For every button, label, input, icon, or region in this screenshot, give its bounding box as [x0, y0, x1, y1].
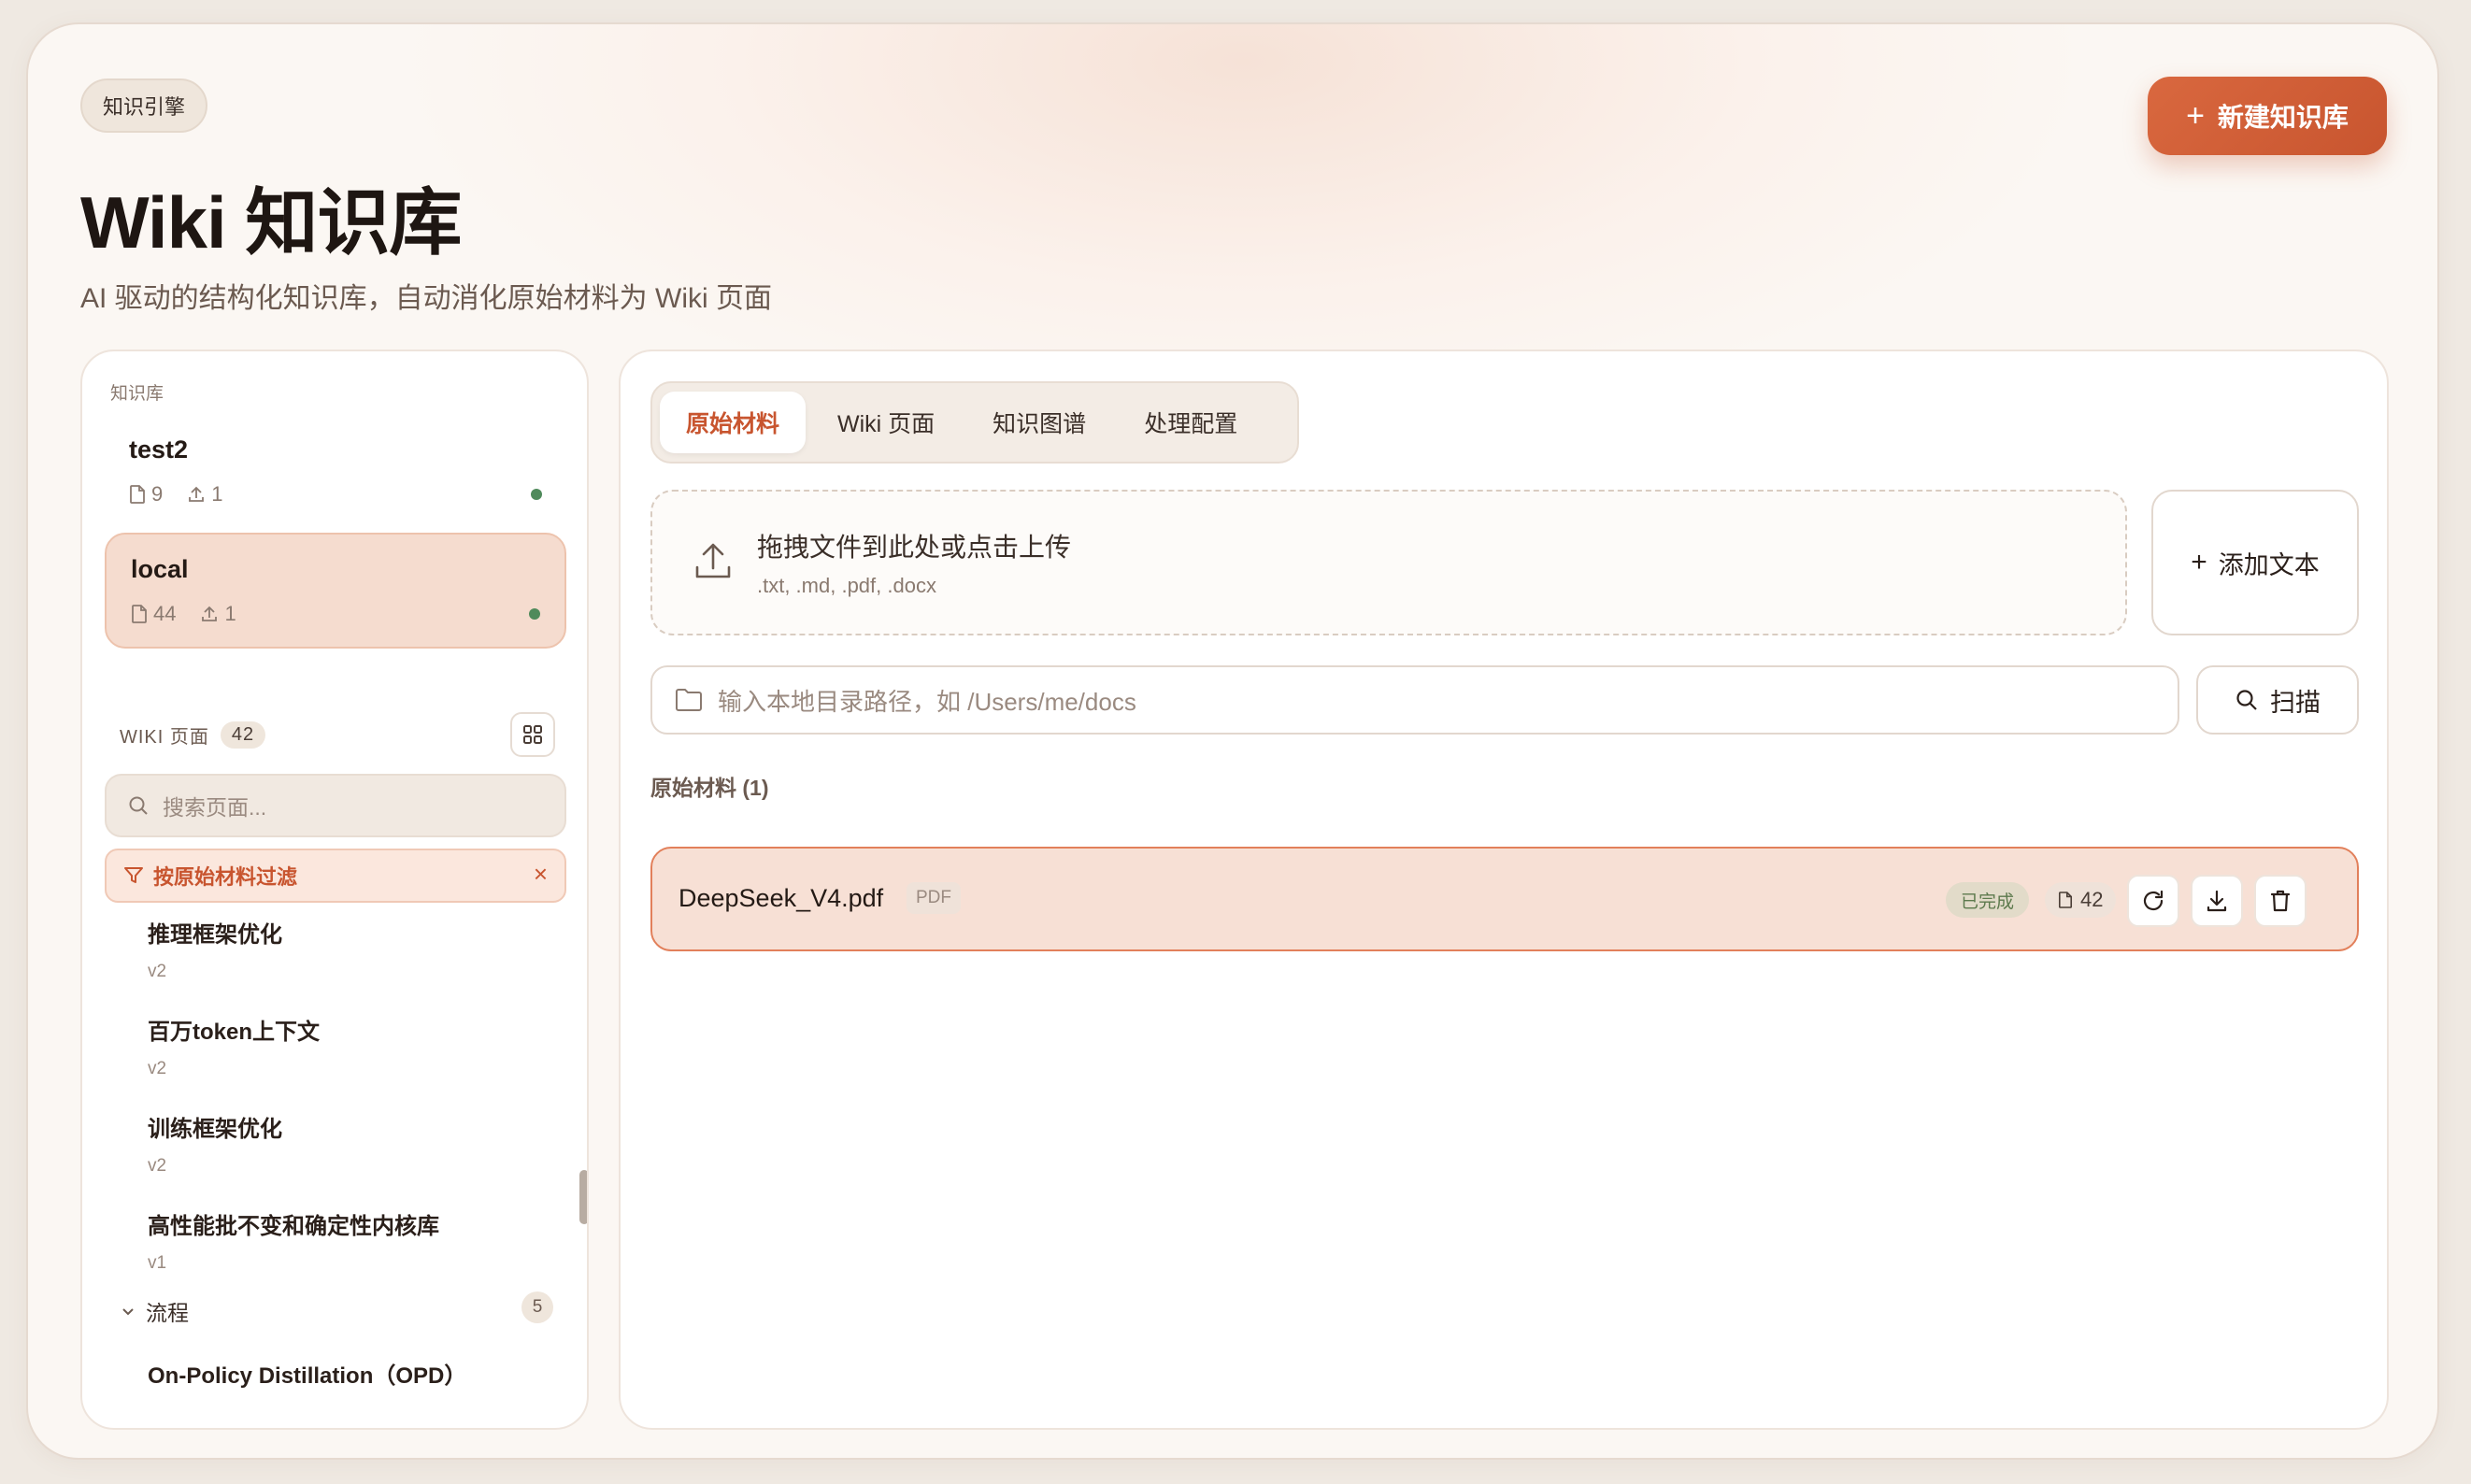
- upload-icon: [695, 543, 731, 578]
- wiki-pages-label: WIKI 页面: [120, 727, 209, 748]
- status-dot: [531, 489, 542, 500]
- wiki-count-badge: 42: [220, 721, 266, 749]
- page-subtitle: AI 驱动的结构化知识库，自动消化原始材料为 Wiki 页面: [80, 283, 772, 314]
- kb-name: local: [131, 555, 189, 583]
- page-item-title: 百万token上下文: [148, 1020, 321, 1045]
- status-dot: [529, 608, 540, 620]
- file-row[interactable]: DeepSeek_V4.pdf PDF 已完成 42: [650, 847, 2359, 951]
- kb-upload-count: 1: [224, 602, 236, 625]
- close-icon[interactable]: ×: [534, 860, 548, 889]
- page-search-input[interactable]: 搜索页面...: [105, 774, 566, 837]
- group-count-badge: 5: [521, 1291, 553, 1323]
- filter-label: 按原始材料过滤: [153, 865, 298, 889]
- tab-bar: 原始材料 Wiki 页面 知识图谱 处理配置: [650, 381, 1299, 464]
- main-panel: 原始材料 Wiki 页面 知识图谱 处理配置 拖拽文件到此处或点击上传 .txt…: [619, 350, 2389, 1430]
- kb-meta: 9 1: [129, 482, 223, 507]
- search-placeholder: 搜索页面...: [163, 795, 267, 820]
- page-item-title: 训练框架优化: [148, 1117, 282, 1142]
- scrollbar-thumb[interactable]: [579, 1170, 587, 1224]
- page-list-item[interactable]: 推理框架优化 v2: [148, 916, 282, 982]
- search-icon: [129, 796, 148, 815]
- kb-doc-count: 44: [153, 602, 177, 625]
- plus-icon: +: [2191, 547, 2207, 578]
- upload-icon: [202, 606, 218, 621]
- kb-doc-count: 9: [151, 482, 164, 506]
- chevron-down-icon: [122, 1308, 134, 1316]
- kb-upload-count: 1: [211, 482, 223, 506]
- sidebar: 知识库 test2 9 1 local 44 1 WIKI 页面 42 搜索页面…: [80, 350, 589, 1430]
- filter-icon: [124, 867, 143, 883]
- page-item-version: v2: [148, 962, 167, 981]
- plus-icon: +: [2186, 97, 2205, 134]
- document-icon: [2058, 892, 2073, 908]
- dropzone-title: 拖拽文件到此处或点击上传: [757, 533, 1072, 562]
- new-knowledge-base-button[interactable]: + 新建知识库: [2148, 77, 2387, 155]
- page-item-version: v2: [148, 1156, 167, 1176]
- scan-button[interactable]: 扫描: [2196, 665, 2359, 735]
- scan-label: 扫描: [2270, 688, 2321, 717]
- tab-knowledge-graph[interactable]: 知识图谱: [966, 392, 1112, 453]
- file-name: DeepSeek_V4.pdf: [678, 884, 884, 912]
- grid-view-button[interactable]: [510, 712, 555, 757]
- grid-icon: [523, 725, 542, 744]
- download-icon: [2207, 890, 2227, 912]
- page-list-item[interactable]: 训练框架优化 v2: [148, 1110, 282, 1177]
- add-text-button[interactable]: + 添加文本: [2151, 490, 2359, 635]
- directory-path-input[interactable]: 输入本地目录路径，如 /Users/me/docs: [650, 665, 2179, 735]
- page-item-version: v1: [148, 1253, 167, 1273]
- delete-button[interactable]: [2254, 875, 2307, 927]
- group-name: 流程: [146, 1301, 189, 1325]
- kb-name: test2: [129, 435, 189, 464]
- source-filter-chip[interactable]: 按原始材料过滤 ×: [105, 849, 566, 903]
- page-item-title: 推理框架优化: [148, 922, 282, 948]
- group-toggle-flow[interactable]: 流程 5: [120, 1291, 553, 1327]
- kb-item-local[interactable]: local 44 1: [105, 533, 566, 649]
- file-upload-dropzone[interactable]: 拖拽文件到此处或点击上传 .txt, .md, .pdf, .docx: [650, 490, 2127, 635]
- materials-section-label: 原始材料 (1): [650, 776, 769, 800]
- app-window: 知识引擎 Wiki 知识库 AI 驱动的结构化知识库，自动消化原始材料为 Wik…: [26, 22, 2439, 1460]
- page-list-item[interactable]: On-Policy Distillation（OPD）: [148, 1357, 466, 1390]
- new-knowledge-base-label: 新建知识库: [2217, 103, 2349, 132]
- page-title: Wiki 知识库: [80, 181, 462, 264]
- upload-icon: [189, 486, 205, 502]
- engine-chip: 知识引擎: [80, 78, 208, 133]
- wiki-pages-header: WIKI 页面 42: [120, 721, 266, 749]
- sidebar-section-label: 知识库: [110, 384, 164, 404]
- page-count-value: 42: [2080, 888, 2104, 911]
- document-icon: [132, 605, 147, 623]
- dropzone-formats: .txt, .md, .pdf, .docx: [757, 574, 936, 597]
- trash-icon: [2270, 890, 2291, 912]
- search-icon: [2236, 690, 2257, 710]
- tab-raw-materials[interactable]: 原始材料: [660, 392, 807, 453]
- kb-meta: 44 1: [131, 602, 236, 626]
- tab-processing-config[interactable]: 处理配置: [1118, 392, 1264, 453]
- folder-icon: [676, 689, 702, 711]
- page-list-item[interactable]: 高性能批不变和确定性内核库 v1: [148, 1207, 439, 1274]
- page-list-item[interactable]: 百万token上下文 v2: [148, 1013, 320, 1079]
- page-item-version: v2: [148, 1059, 167, 1078]
- file-page-count: 42: [2045, 882, 2117, 918]
- status-badge: 已完成: [1946, 882, 2030, 918]
- path-placeholder: 输入本地目录路径，如 /Users/me/docs: [718, 687, 1136, 716]
- file-type-badge: PDF: [907, 882, 961, 914]
- page-item-title: 高性能批不变和确定性内核库: [148, 1214, 439, 1239]
- add-text-label: 添加文本: [2218, 550, 2320, 579]
- tab-wiki-pages[interactable]: Wiki 页面: [811, 392, 961, 453]
- document-icon: [130, 485, 145, 504]
- refresh-icon: [2143, 890, 2164, 911]
- kb-item-test2[interactable]: test2 9 1: [105, 415, 566, 531]
- download-button[interactable]: [2191, 875, 2243, 927]
- reprocess-button[interactable]: [2127, 875, 2179, 927]
